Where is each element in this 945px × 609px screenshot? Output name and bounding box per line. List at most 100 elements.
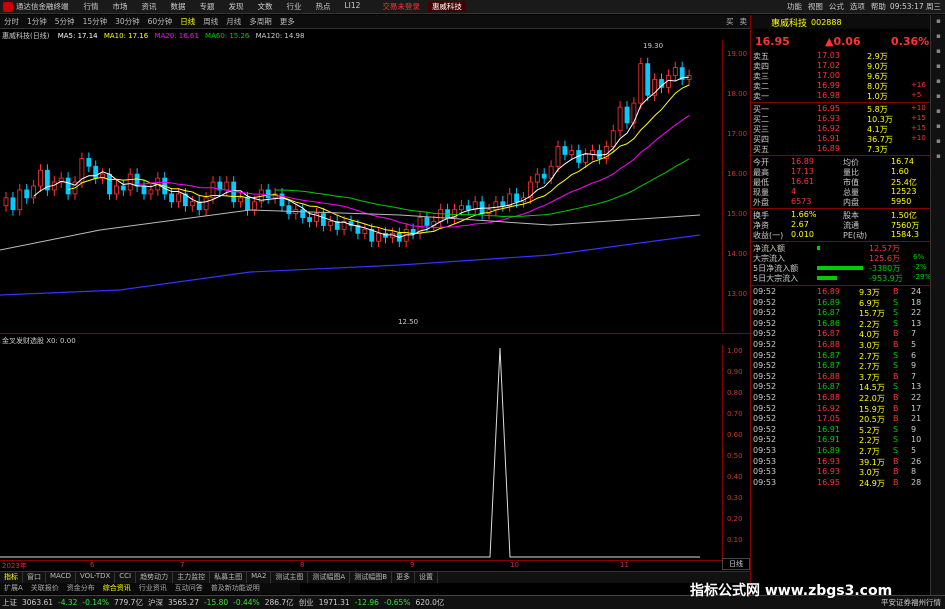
ask-row[interactable]: 卖一 16.98 1.0万 +5 <box>751 91 931 101</box>
info-tab-3[interactable]: 综合资讯 <box>99 583 135 594</box>
indicator-tab-4[interactable]: CCI <box>115 572 137 583</box>
candle <box>514 193 519 203</box>
candle <box>286 205 292 215</box>
bid-row[interactable]: 买四 16.91 36.7万 +10 <box>751 134 931 144</box>
indicator-tab-12[interactable]: 更多 <box>392 572 416 583</box>
indicator-tab-2[interactable]: MACD <box>46 572 76 583</box>
settings-icon[interactable]: ▪ <box>931 137 945 150</box>
bid-row[interactable]: 买二 16.93 10.3万 +15 <box>751 114 931 124</box>
ask-row[interactable]: 卖四 17.02 9.0万 <box>751 61 931 71</box>
help-icon[interactable]: ▪ <box>931 152 945 165</box>
stock-tab[interactable]: 惠威科技 <box>427 1 466 12</box>
indicator-tab-13[interactable]: 设置 <box>415 572 439 583</box>
list-icon[interactable]: ▪ <box>931 47 945 60</box>
chart-icon[interactable]: ▪ <box>931 62 945 75</box>
y-tick-label: 17.00 <box>727 130 748 138</box>
star-icon[interactable]: ▪ <box>931 77 945 90</box>
tick-time: 09:53 <box>753 456 777 466</box>
period-tab-10[interactable]: 更多 <box>276 16 299 27</box>
period-tab-6[interactable]: 日线 <box>176 16 199 27</box>
right-menu-item-1[interactable]: 视图 <box>808 1 823 12</box>
indicator-chart[interactable] <box>0 345 700 558</box>
info-tab-6[interactable]: 普及新功能说明 <box>207 583 264 594</box>
menu-item-1[interactable]: 市场 <box>106 1 135 12</box>
tick-price: 16.88 <box>817 371 840 381</box>
indicator-tab-1[interactable]: 窗口 <box>23 572 46 583</box>
bid-row[interactable]: 买五 16.89 7.3万 <box>751 144 931 154</box>
ma60-value: MA60: 15.26 <box>205 32 250 40</box>
indicator-tab-11[interactable]: 测试幅图B <box>350 572 393 583</box>
ask-delta: +16 <box>911 81 926 89</box>
indicator-tab-9[interactable]: 测试主图 <box>271 572 309 583</box>
menu-item-5[interactable]: 发现 <box>222 1 251 12</box>
ask-row[interactable]: 卖二 16.99 8.0万 +16 <box>751 81 931 91</box>
bid-row[interactable]: 买一 16.95 5.8万 +10 <box>751 104 931 114</box>
x-tick-label: 9 <box>410 561 415 569</box>
info-tab-0[interactable]: 扩展A <box>0 583 27 594</box>
info-tab-2[interactable]: 资金分布 <box>63 583 99 594</box>
tick-volume: 9.3万 <box>859 288 880 297</box>
alert-icon[interactable]: ▪ <box>931 92 945 105</box>
info-tab-1[interactable]: 关联报价 <box>27 583 63 594</box>
stock-header: 惠威科技 002888 <box>751 15 931 29</box>
sub-y-tick-label: 0.60 <box>727 431 743 439</box>
menu-item-4[interactable]: 专题 <box>193 1 222 12</box>
news-icon[interactable]: ▪ <box>931 107 945 120</box>
info-tab-5[interactable]: 互动问答 <box>171 583 207 594</box>
indicator-tab-5[interactable]: 趋势动力 <box>136 572 174 583</box>
period-tab-8[interactable]: 月线 <box>222 16 245 27</box>
candle <box>141 185 147 195</box>
indicator-tab-6[interactable]: 主力监控 <box>173 572 211 583</box>
right-menu-item-2[interactable]: 公式 <box>829 1 844 12</box>
indicator-tab-0[interactable]: 指标 <box>0 572 23 583</box>
candlestick-chart[interactable]: 19.30 12.50 <box>0 40 700 332</box>
tick-price: 16.89 <box>817 446 840 455</box>
menu-item-7[interactable]: 行业 <box>280 1 309 12</box>
period-tab-0[interactable]: 分时 <box>0 16 23 27</box>
ask-row[interactable]: 卖五 17.03 2.9万 <box>751 51 931 61</box>
menu-item-9[interactable]: LI12 <box>338 1 368 12</box>
sh-label: 上证 <box>2 598 17 607</box>
pin-icon[interactable]: ▪ <box>931 32 945 45</box>
quote-panel: 惠威科技 002888 16.95 ▲0.06 0.36% 卖五 17.03 2.9… <box>750 15 931 595</box>
tick-volume: 2.2万 <box>859 436 880 446</box>
candle <box>555 146 561 167</box>
tick-volume: 14.5万 <box>859 383 885 393</box>
candle <box>424 217 430 226</box>
indicator-tab-10[interactable]: 测试幅图A <box>308 572 351 583</box>
ask-row[interactable]: 卖三 17.00 9.6万 <box>751 71 931 81</box>
period-tab-9[interactable]: 多周期 <box>245 16 276 27</box>
period-tab-2[interactable]: 5分钟 <box>51 16 79 27</box>
indicator-tab-3[interactable]: VOL-TDX <box>76 572 116 583</box>
refresh-icon[interactable]: ▪ <box>931 17 945 30</box>
period-tab-3[interactable]: 15分钟 <box>79 16 112 27</box>
filter-icon[interactable]: ▪ <box>931 122 945 135</box>
indicator-tabs: 指标 窗口 MACD VOL-TDX CCI 趋势动力 主力监控 私募主图 MA2 测试主图 测试幅… <box>0 571 750 583</box>
bid-row[interactable]: 买三 16.92 4.1万 +15 <box>751 124 931 134</box>
menu-item-3[interactable]: 数据 <box>164 1 193 12</box>
period-tab-5[interactable]: 60分钟 <box>144 16 177 27</box>
indicator-tab-7[interactable]: 私募主图 <box>210 572 248 583</box>
menu-item-0[interactable]: 行情 <box>77 1 106 12</box>
period-tab-7[interactable]: 周线 <box>199 16 222 27</box>
info-tab-4[interactable]: 行业资讯 <box>135 583 171 594</box>
period-tab-4[interactable]: 30分钟 <box>111 16 144 27</box>
menu-item-8[interactable]: 热点 <box>309 1 338 12</box>
y-tick-label: 13.00 <box>727 290 748 298</box>
login-warning[interactable]: 交易未登录 <box>382 1 420 12</box>
right-menu-item-4[interactable]: 帮助 <box>871 1 886 12</box>
flow-separator <box>751 241 931 242</box>
tick-side: B <box>893 456 899 466</box>
rtool-item-1[interactable]: 卖 <box>740 16 748 27</box>
indicator-tab-8[interactable]: MA2 <box>247 572 272 583</box>
tick-count: 10 <box>911 435 922 445</box>
period-button[interactable]: 日线 <box>722 558 750 570</box>
menu-item-6[interactable]: 文数 <box>251 1 280 12</box>
tick-count: 13 <box>911 382 922 392</box>
menu-item-2[interactable]: 资讯 <box>135 1 164 12</box>
rtool-item-0[interactable]: 买 <box>726 16 734 27</box>
side-toolbar: ▪ ▪ ▪ ▪ ▪ ▪ ▪ ▪ ▪ ▪ <box>930 15 945 595</box>
right-menu-item-0[interactable]: 功能 <box>787 1 802 12</box>
right-menu-item-3[interactable]: 选项 <box>850 1 865 12</box>
period-tab-1[interactable]: 1分钟 <box>23 16 51 27</box>
